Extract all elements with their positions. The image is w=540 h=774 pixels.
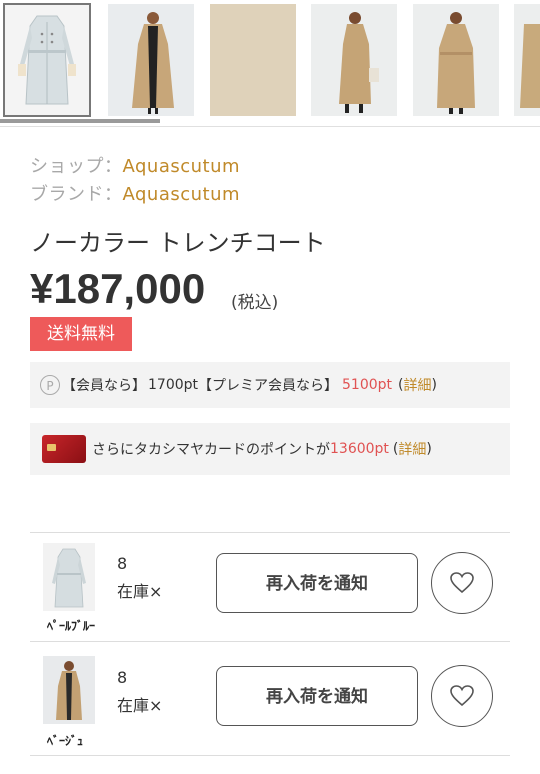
premium-points: 5100pt: [342, 377, 393, 393]
thumbnail-4[interactable]: [311, 4, 397, 116]
tax-note: (税込): [231, 293, 279, 313]
free-shipping-badge: 送料無料: [30, 317, 132, 351]
member-points: 1700pt: [148, 377, 199, 393]
brand-link[interactable]: Aquascutum: [123, 184, 241, 205]
takashimaya-card-icon: [42, 435, 86, 463]
card-points-box: さらにタカシマヤカードのポイントが 13600pt (詳細): [30, 423, 510, 475]
favorite-button[interactable]: [431, 665, 493, 727]
variant-size: 8: [117, 554, 128, 573]
member-points-label: 【会員なら】: [62, 378, 146, 394]
variant-swatch-pale-blue[interactable]: [43, 543, 95, 611]
brand-label: ブランド：: [30, 184, 123, 205]
paren-close: ): [426, 441, 432, 457]
image-carousel[interactable]: [0, 0, 540, 118]
thumbnail-2[interactable]: [108, 4, 194, 116]
heart-icon: [450, 685, 474, 707]
product-price: ¥187,000: [30, 265, 206, 312]
paren-close: ): [431, 377, 437, 393]
thumbnail-3[interactable]: [210, 4, 296, 116]
row-divider: [30, 532, 510, 533]
premium-points-label: 【プレミア会員なら】: [198, 378, 339, 394]
shop-label: ショップ：: [30, 156, 123, 177]
points-detail-link[interactable]: 詳細: [404, 375, 432, 395]
product-title: ノーカラー トレンチコート: [30, 229, 326, 257]
brand-row: ブランド：Aquascutum: [30, 180, 240, 206]
thumbnail-5[interactable]: [413, 4, 499, 116]
variant-size: 8: [117, 668, 128, 687]
thumbnail-1[interactable]: [3, 3, 91, 117]
favorite-button[interactable]: [431, 552, 493, 614]
thumbnail-6[interactable]: [514, 4, 540, 116]
row-divider: [30, 641, 510, 642]
card-points-text: さらにタカシマヤカードのポイントが: [92, 442, 330, 458]
row-divider: [30, 755, 510, 756]
variant-color-name: ﾍﾞｰｼﾞｭ: [47, 734, 84, 748]
heart-icon: [450, 572, 474, 594]
variant-swatch-beige[interactable]: [43, 656, 95, 724]
variant-stock: 在庫×: [117, 696, 163, 715]
variant-color-name: ﾍﾟｰﾙﾌﾞﾙｰ: [47, 619, 96, 633]
variant-stock: 在庫×: [117, 582, 163, 601]
shop-link[interactable]: Aquascutum: [123, 156, 241, 177]
shop-row: ショップ：Aquascutum: [30, 152, 240, 178]
card-detail-link[interactable]: 詳細: [398, 439, 426, 459]
restock-notify-button[interactable]: 再入荷を通知: [216, 553, 418, 613]
restock-notify-button[interactable]: 再入荷を通知: [216, 666, 418, 726]
points-icon: P: [40, 375, 60, 395]
divider: [0, 126, 540, 127]
carousel-scrollbar[interactable]: [0, 119, 160, 123]
points-box: P 【会員なら】 1700pt 【プレミア会員なら】 5100pt (詳細): [30, 362, 510, 408]
card-points: 13600pt: [330, 441, 389, 457]
